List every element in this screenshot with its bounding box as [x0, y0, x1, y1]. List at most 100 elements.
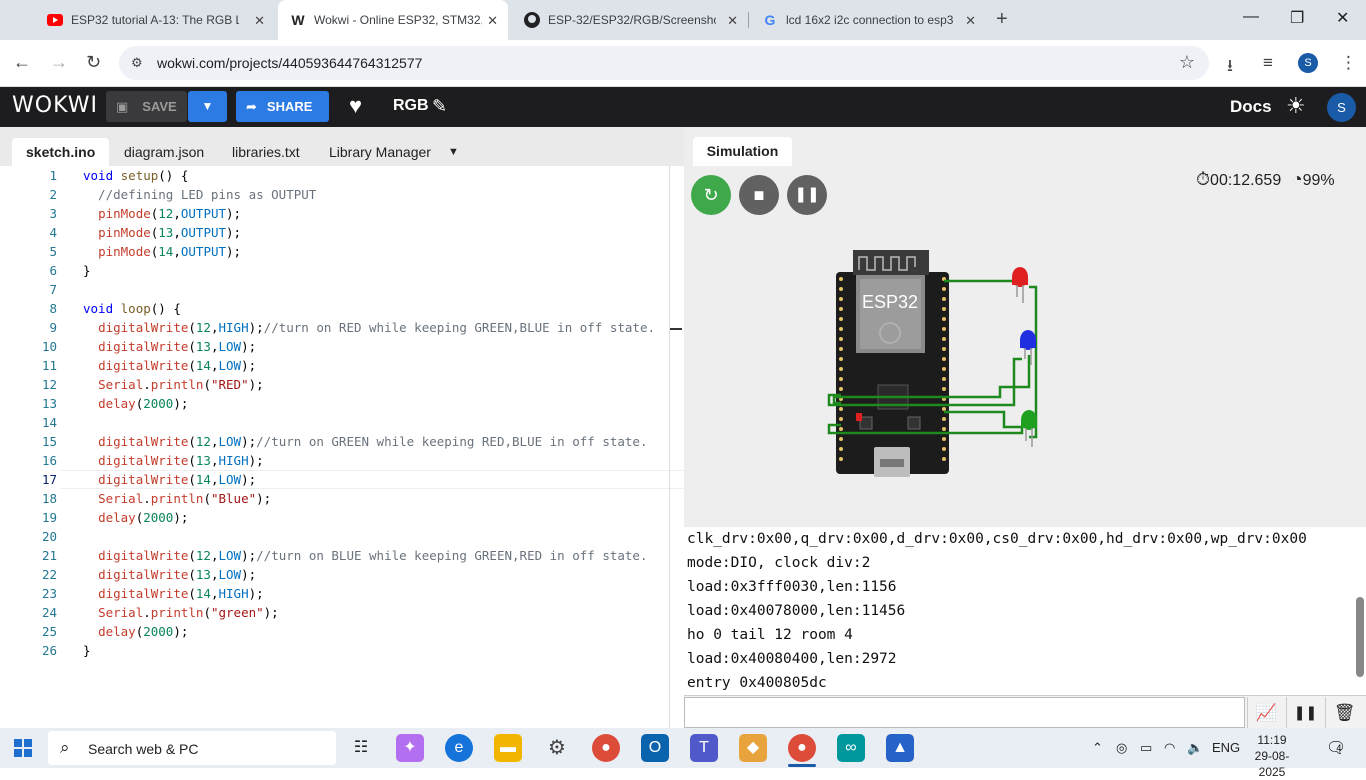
- start-windows-icon[interactable]: [14, 739, 32, 757]
- clear-serial-trash-icon[interactable]: 🗑: [1325, 697, 1363, 728]
- theme-sun-icon[interactable]: ☀: [1286, 93, 1306, 119]
- site-info-icon[interactable]: ⚙: [131, 55, 143, 71]
- wifi-icon[interactable]: ◠: [1164, 740, 1175, 756]
- line-number: 3: [49, 206, 57, 221]
- settings-gear-icon[interactable]: ⚙: [543, 734, 571, 762]
- code-line[interactable]: 5 pinMode(14,OUTPUT);: [0, 242, 684, 261]
- media-control-icon[interactable]: ≡: [1263, 53, 1273, 73]
- tab-sketch-ino[interactable]: sketch.ino: [12, 138, 110, 166]
- chrome-profile-icon[interactable]: ●: [788, 734, 816, 762]
- code-line[interactable]: 19 delay(2000);: [0, 508, 684, 527]
- back-button[interactable]: ←: [13, 52, 31, 73]
- code-line[interactable]: 25 delay(2000);: [0, 622, 684, 641]
- tab-libraries-txt[interactable]: libraries.txt: [218, 138, 314, 166]
- arduino-icon[interactable]: ∞: [837, 734, 865, 762]
- led-green[interactable]: [1021, 410, 1037, 447]
- code-line[interactable]: 10 digitalWrite(13,LOW);: [0, 337, 684, 356]
- code-line[interactable]: 11 digitalWrite(14,LOW);: [0, 356, 684, 375]
- browser-tab-youtube[interactable]: ESP32 tutorial A-13: The RGB LE ✕: [35, 0, 275, 40]
- code-line[interactable]: 8 void loop() {: [0, 299, 684, 318]
- code-line[interactable]: 16 digitalWrite(13,HIGH);: [0, 451, 684, 470]
- wokwi-logo[interactable]: WOKWI: [12, 93, 98, 118]
- code-line[interactable]: 13 delay(2000);: [0, 394, 684, 413]
- edit-pencil-icon[interactable]: ✎: [432, 96, 447, 117]
- tray-chevron-up-icon[interactable]: ⌃: [1092, 740, 1103, 756]
- close-tab-icon[interactable]: ✕: [254, 13, 265, 29]
- user-avatar[interactable]: S: [1327, 93, 1356, 122]
- code-area[interactable]: 1 void setup() {2 //defining LED pins as …: [0, 166, 684, 728]
- forward-button[interactable]: →: [50, 52, 68, 73]
- code-line[interactable]: 7: [0, 280, 684, 299]
- led-red[interactable]: [1012, 267, 1028, 303]
- serial-scroll-thumb[interactable]: [1356, 597, 1364, 677]
- bookmark-star-icon[interactable]: ☆: [1179, 52, 1195, 73]
- code-line[interactable]: 21 digitalWrite(12,LOW);//turn on BLUE w…: [0, 546, 684, 565]
- menu-kebab-icon[interactable]: ⋮: [1340, 53, 1357, 73]
- language-indicator[interactable]: ENG: [1212, 740, 1240, 755]
- diamond-app-icon[interactable]: ◆: [739, 734, 767, 762]
- share-button[interactable]: ➦ SHARE: [236, 91, 329, 122]
- code-line[interactable]: 17 digitalWrite(14,LOW);: [0, 470, 684, 489]
- esp32-board[interactable]: ESP32: [836, 250, 949, 477]
- tab-library-manager[interactable]: Library Manager: [315, 138, 445, 166]
- notification-icon[interactable]: 🗨4: [1326, 738, 1351, 758]
- browser-tab-github[interactable]: ESP-32/ESP32/RGB/Screenshot ✕: [512, 0, 748, 40]
- file-explorer-icon[interactable]: ▬: [494, 734, 522, 762]
- photos-icon[interactable]: ▲: [886, 734, 914, 762]
- code-line[interactable]: 24 Serial.println("green");: [0, 603, 684, 622]
- browser-tab-wokwi[interactable]: W Wokwi - Online ESP32, STM32, ✕: [278, 0, 508, 40]
- taskbar-search-box[interactable]: ⌕ Search web & PC: [48, 731, 336, 765]
- code-line[interactable]: 4 pinMode(13,OUTPUT);: [0, 223, 684, 242]
- volume-icon[interactable]: 🔈: [1187, 740, 1203, 756]
- save-button[interactable]: ▣ SAVE: [106, 91, 187, 122]
- close-tab-icon[interactable]: ✕: [965, 13, 976, 29]
- code-line[interactable]: 6}: [0, 261, 684, 280]
- save-dropdown-button[interactable]: ▼: [188, 91, 227, 122]
- serial-scrollbar[interactable]: [1354, 527, 1366, 695]
- serial-input[interactable]: [684, 697, 1245, 728]
- code-line[interactable]: 22 digitalWrite(13,LOW);: [0, 565, 684, 584]
- code-line[interactable]: 15 digitalWrite(12,LOW);//turn on GREEN …: [0, 432, 684, 451]
- pause-serial-button[interactable]: ❚❚: [1286, 697, 1324, 728]
- task-view-icon[interactable]: ☷: [347, 734, 375, 762]
- system-clock[interactable]: 11:19 29-08-2025: [1249, 732, 1295, 780]
- code-line[interactable]: 1 void setup() {: [0, 166, 684, 185]
- code-line[interactable]: 3 pinMode(12,OUTPUT);: [0, 204, 684, 223]
- close-tab-icon[interactable]: ✕: [727, 13, 738, 29]
- docs-link[interactable]: Docs: [1230, 97, 1272, 117]
- editor-scrollbar[interactable]: [669, 166, 670, 728]
- outlook-icon[interactable]: O: [641, 734, 669, 762]
- tray-meet-icon[interactable]: ◎: [1116, 740, 1127, 756]
- heart-icon[interactable]: ♥: [349, 93, 362, 119]
- code-line[interactable]: 26}: [0, 641, 684, 660]
- new-tab-button[interactable]: +: [996, 8, 1008, 31]
- restore-button[interactable]: ❐: [1290, 8, 1304, 28]
- code-line[interactable]: 20: [0, 527, 684, 546]
- tabs-menu-chevron-icon[interactable]: ▼: [434, 138, 473, 166]
- download-icon[interactable]: ⭳: [1227, 53, 1233, 82]
- edge-browser-icon[interactable]: e: [445, 734, 473, 762]
- plotter-chart-icon[interactable]: 📈: [1247, 697, 1285, 728]
- address-bar[interactable]: ⚙ wokwi.com/projects/440593644764312577 …: [119, 46, 1209, 80]
- copilot-icon[interactable]: ✦: [396, 734, 424, 762]
- code-line[interactable]: 18 Serial.println("Blue");: [0, 489, 684, 508]
- chrome-icon[interactable]: ●: [592, 734, 620, 762]
- tab-diagram-json[interactable]: diagram.json: [110, 138, 218, 166]
- line-number: 1: [49, 168, 57, 183]
- code-line[interactable]: 2 //defining LED pins as OUTPUT: [0, 185, 684, 204]
- line-number: 25: [41, 624, 57, 639]
- code-line[interactable]: 23 digitalWrite(14,HIGH);: [0, 584, 684, 603]
- serial-monitor-output[interactable]: clk_drv:0x00,q_drv:0x00,d_drv:0x00,cs0_d…: [684, 527, 1366, 695]
- close-window-button[interactable]: ✕: [1336, 8, 1349, 28]
- profile-avatar[interactable]: S: [1298, 53, 1318, 73]
- code-line[interactable]: 9 digitalWrite(12,HIGH);//turn on RED wh…: [0, 318, 684, 337]
- battery-icon[interactable]: ▭: [1140, 740, 1152, 756]
- close-tab-icon[interactable]: ✕: [487, 13, 498, 29]
- reload-button[interactable]: ↻: [86, 52, 101, 73]
- minimize-button[interactable]: —: [1243, 8, 1259, 26]
- code-line[interactable]: 12 Serial.println("RED");: [0, 375, 684, 394]
- teams-icon[interactable]: T: [690, 734, 718, 762]
- line-number: 2: [49, 187, 57, 202]
- code-line[interactable]: 14: [0, 413, 684, 432]
- browser-tab-google[interactable]: G lcd 16x2 i2c connection to esp3 ✕: [750, 0, 986, 40]
